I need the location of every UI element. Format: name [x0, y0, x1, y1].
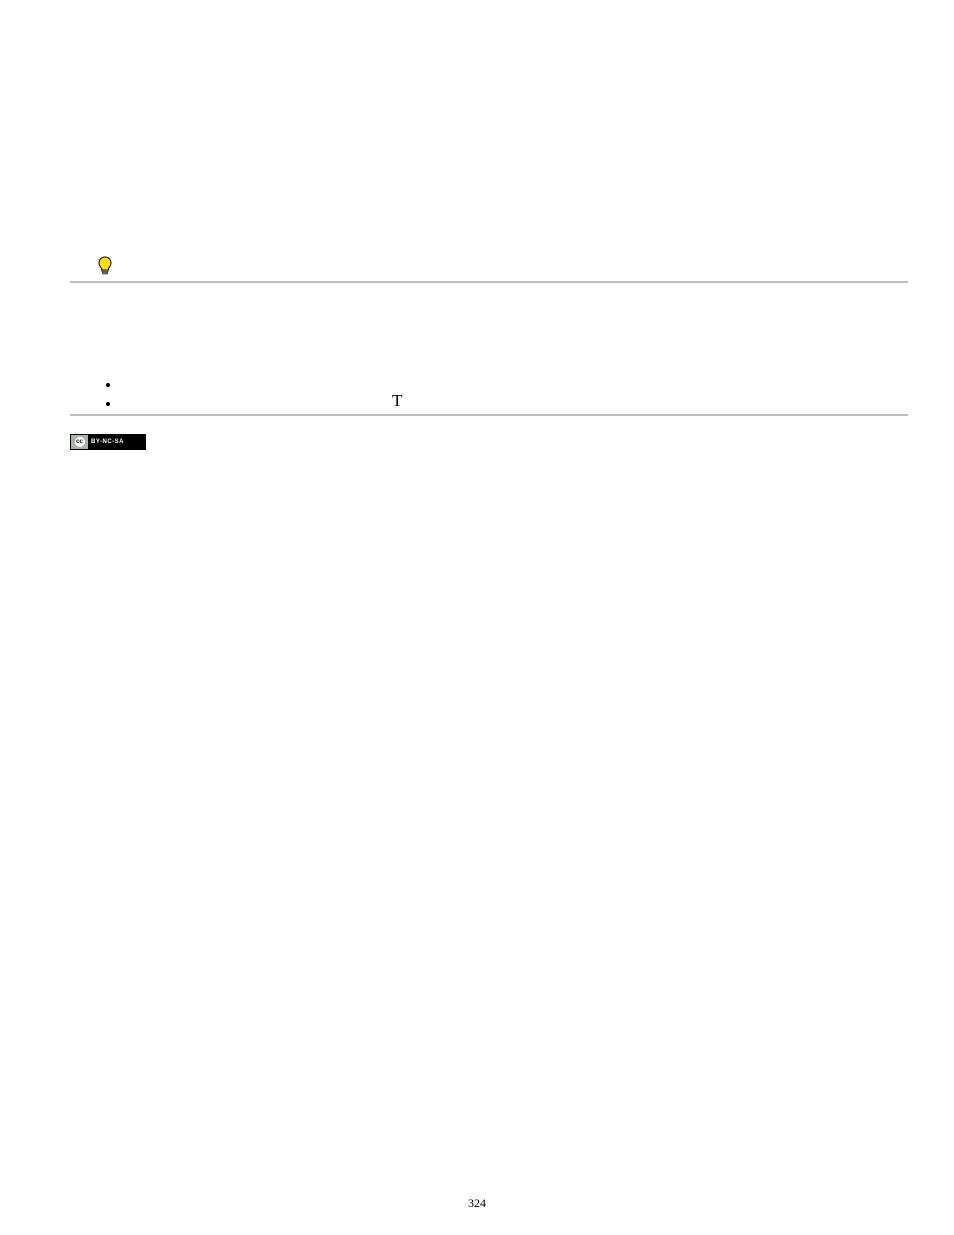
divider — [70, 415, 908, 416]
cc-license-label: BY-NC-SA — [88, 439, 145, 445]
bullet-list: T — [70, 373, 908, 414]
page-number: 324 — [0, 1196, 954, 1211]
list-item: T — [106, 387, 908, 414]
list-item — [106, 373, 908, 387]
divider — [70, 282, 908, 283]
cc-logo-icon: cc — [71, 435, 88, 449]
tip-row — [70, 256, 908, 281]
bullet-dot-icon — [106, 383, 110, 387]
bullet-text: T — [392, 387, 402, 414]
cc-license-badge: cc BY-NC-SA — [70, 434, 146, 450]
bullet-dot-icon — [106, 402, 110, 406]
lightbulb-icon — [98, 256, 112, 276]
